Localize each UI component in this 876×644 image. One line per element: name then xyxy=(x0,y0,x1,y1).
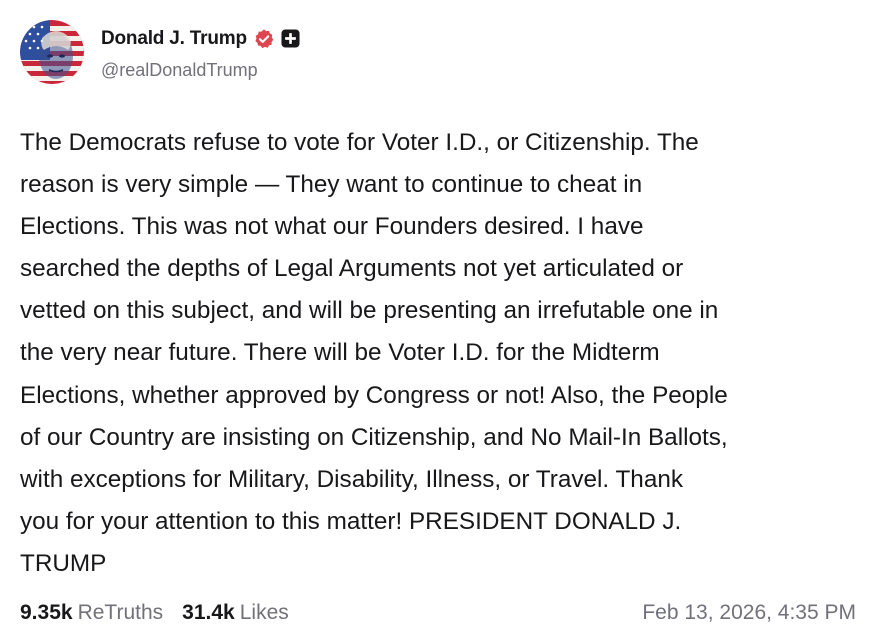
author-meta: Donald J. Trump @realDonaldTrump xyxy=(101,24,300,81)
verified-badge-icon xyxy=(253,28,275,50)
post-card: Donald J. Trump @realDonaldTrump The Dem… xyxy=(0,0,876,644)
likes-stat[interactable]: 31.4k Likes xyxy=(182,601,289,625)
name-row: Donald J. Trump xyxy=(101,24,300,54)
post-header: Donald J. Trump @realDonaldTrump xyxy=(20,20,300,84)
post-footer: 9.35k ReTruths 31.4k Likes Feb 13, 2026,… xyxy=(20,598,856,628)
plus-badge-icon xyxy=(281,29,300,48)
retruths-count: 9.35k xyxy=(20,601,73,624)
user-handle[interactable]: @realDonaldTrump xyxy=(101,60,300,81)
retruths-stat[interactable]: 9.35k ReTruths xyxy=(20,601,163,625)
post-body-text: The Democrats refuse to vote for Voter I… xyxy=(20,129,728,577)
post-timestamp[interactable]: Feb 13, 2026, 4:35 PM xyxy=(642,601,856,625)
flag-portrait-avatar-icon xyxy=(20,20,84,84)
avatar[interactable] xyxy=(20,20,84,84)
display-name[interactable]: Donald J. Trump xyxy=(101,28,247,50)
retruths-label: ReTruths xyxy=(77,601,164,624)
likes-count: 31.4k xyxy=(182,601,235,624)
likes-label: Likes xyxy=(239,601,289,624)
